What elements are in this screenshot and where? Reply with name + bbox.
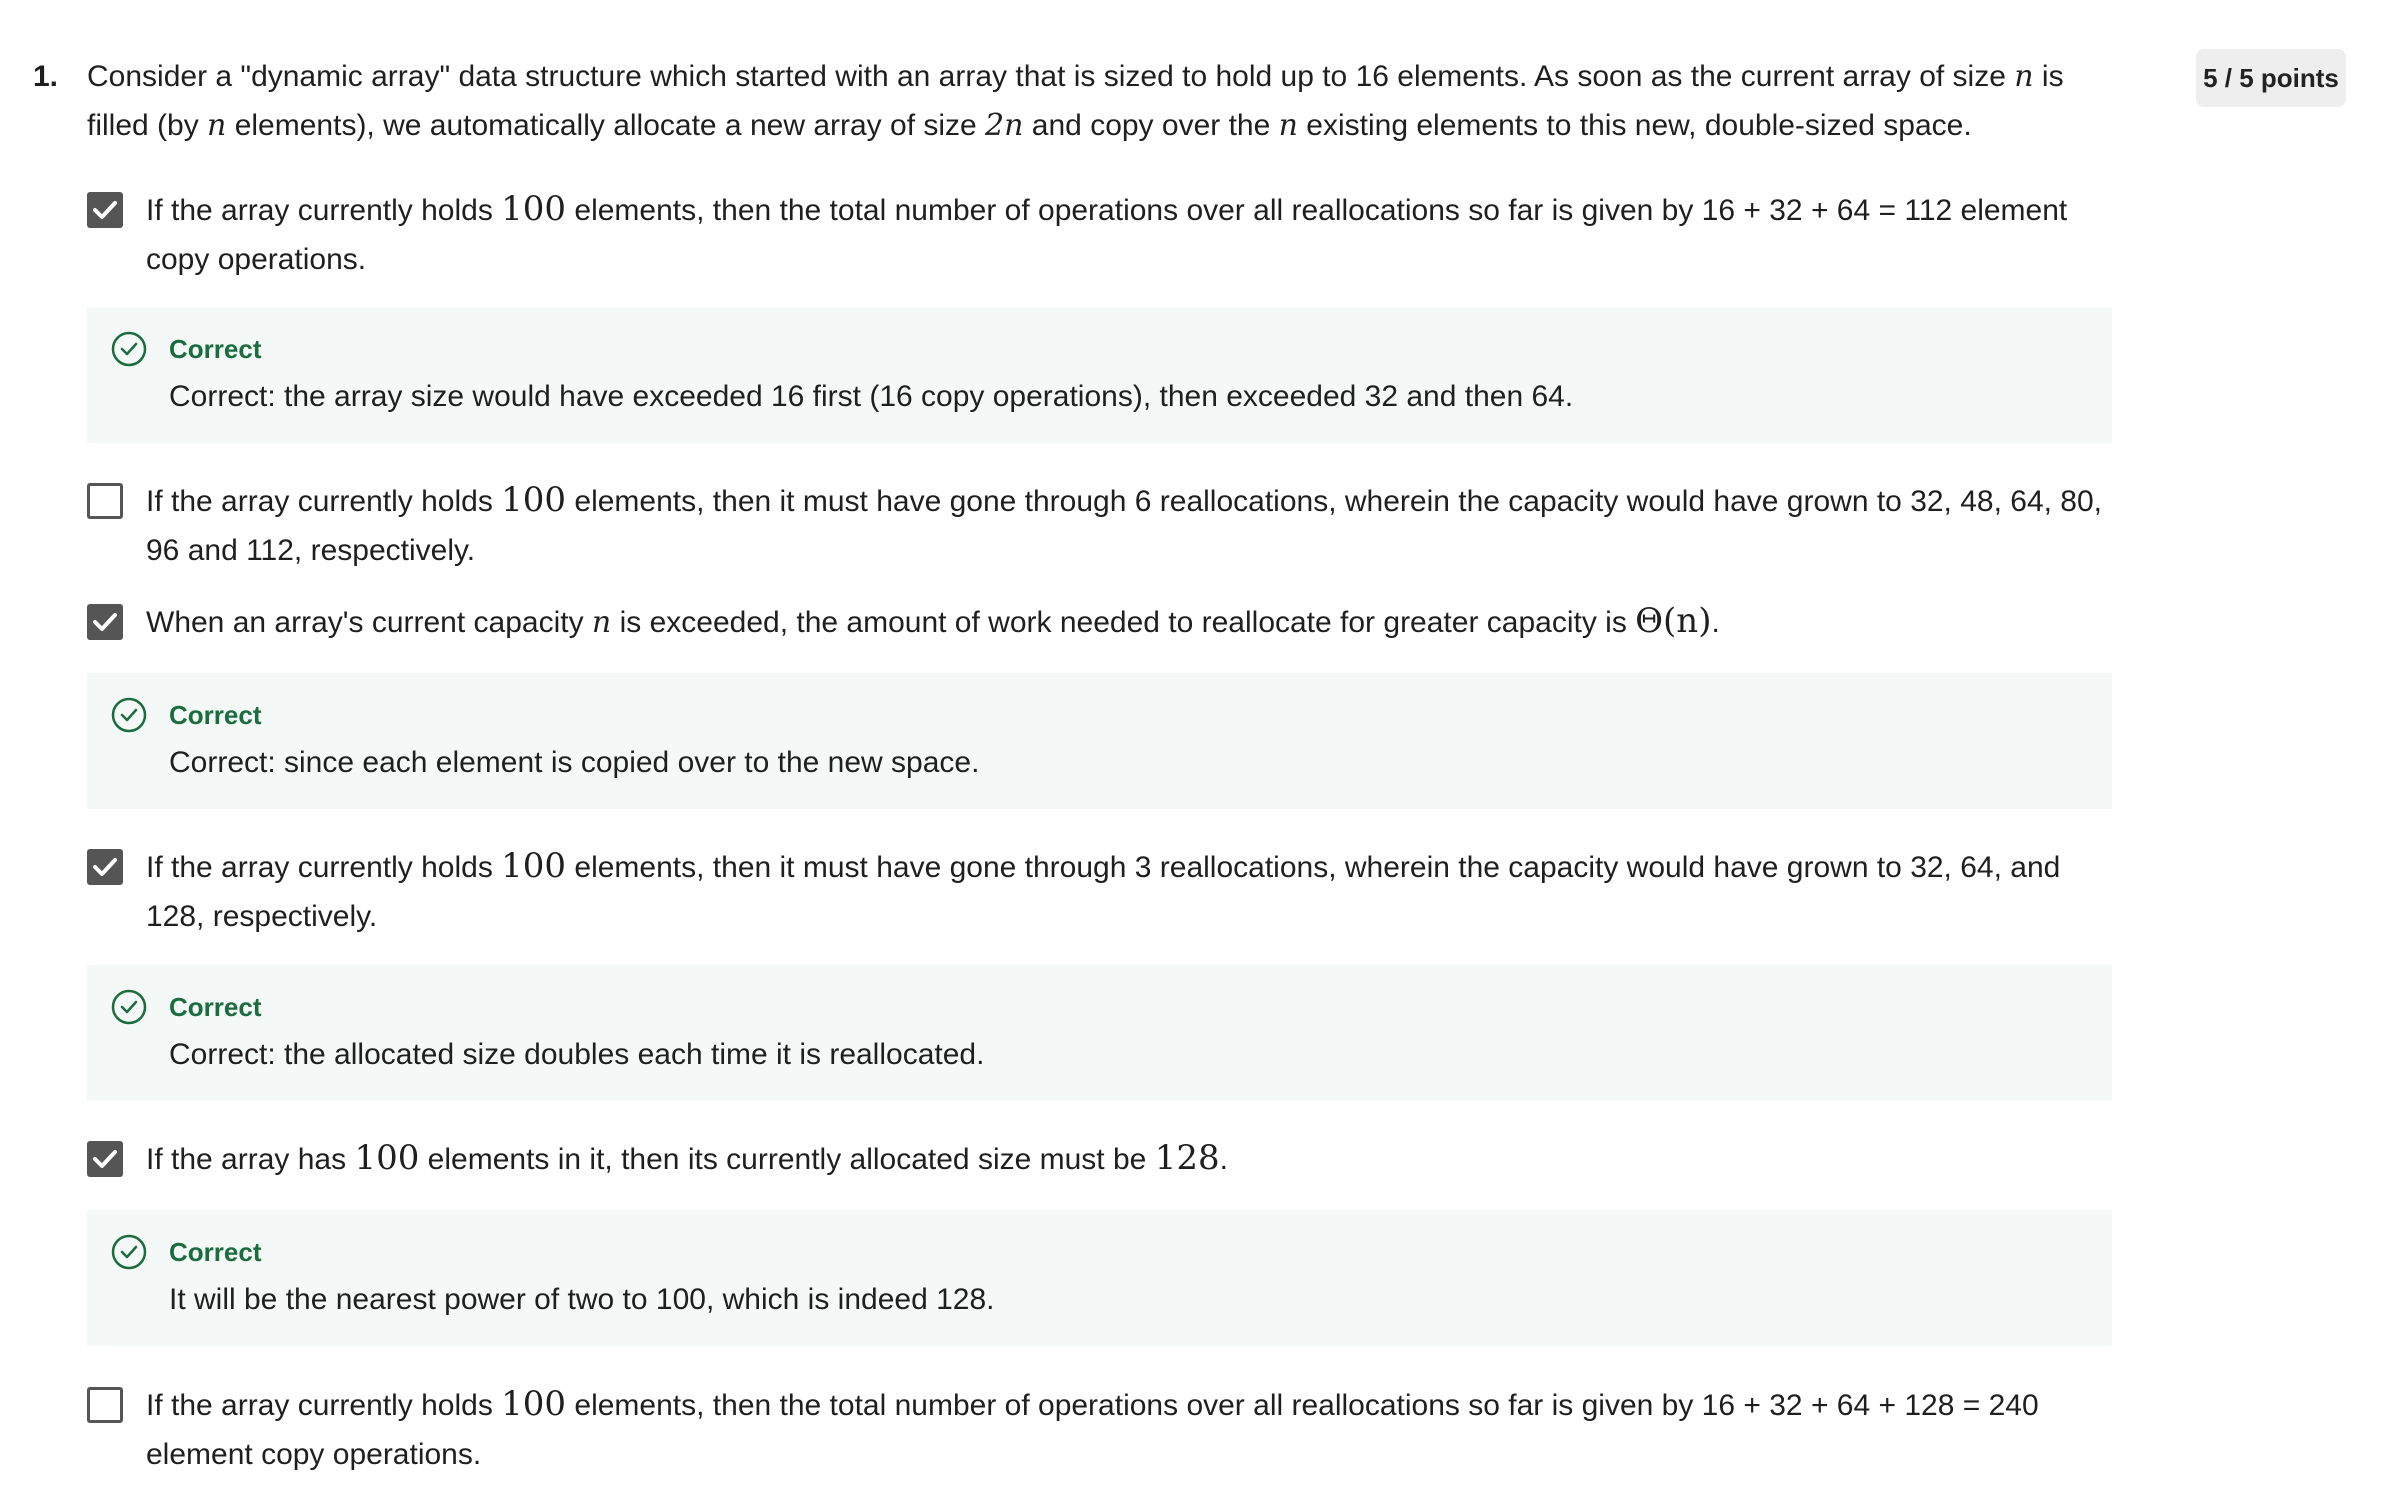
feedback-label: Correct (169, 700, 262, 730)
checkbox-checked[interactable] (87, 192, 123, 228)
checkbox-unchecked[interactable] (87, 1387, 123, 1423)
feedback-label: Correct (169, 334, 262, 364)
check-icon (93, 613, 117, 631)
check-icon (93, 201, 117, 219)
feedback-box-2: Correct Correct: since each element is c… (87, 673, 2112, 809)
checkbox-unchecked[interactable] (87, 483, 123, 519)
option-text: If the array currently holds 100 element… (146, 189, 2068, 276)
feedback-box-3: Correct Correct: the allocated size doub… (87, 965, 2112, 1101)
feedback-text: It will be the nearest power of two to 1… (169, 1283, 995, 1316)
feedback-text: Correct: the array size would have excee… (169, 380, 1574, 413)
feedback-label: Correct (169, 992, 262, 1022)
option-text: If the array has 100 elements in it, the… (146, 1138, 1228, 1178)
check-icon (93, 1150, 117, 1168)
feedback-label: Correct (169, 1237, 262, 1267)
question-number: 1. (33, 60, 59, 93)
check-icon (93, 858, 117, 876)
option-text: If the array currently holds 100 element… (146, 480, 2103, 567)
option-text: When an array's current capacity n is ex… (146, 601, 1720, 641)
feedback-box-4: Correct It will be the nearest power of … (87, 1210, 2112, 1346)
score-badge: 5 / 5 points (2196, 49, 2346, 107)
option-text: If the array currently holds 100 element… (146, 1384, 2039, 1471)
feedback-box-1: Correct Correct: the array size would ha… (87, 307, 2112, 443)
check-circle-icon (111, 989, 147, 1025)
check-circle-icon (111, 1234, 147, 1270)
feedback-text: Correct: the allocated size doubles each… (169, 1038, 985, 1071)
checkbox-checked[interactable] (87, 1141, 123, 1177)
check-circle-icon (111, 331, 147, 367)
quiz-page: 1. Consider a "dynamic array" data struc… (0, 0, 2402, 1502)
option-text: If the array currently holds 100 element… (146, 846, 2061, 933)
checkbox-checked[interactable] (87, 604, 123, 640)
question-text: Consider a "dynamic array" data structur… (87, 59, 2064, 143)
feedback-text: Correct: since each element is copied ov… (169, 746, 980, 779)
check-circle-icon (111, 697, 147, 733)
checkbox-checked[interactable] (87, 849, 123, 885)
